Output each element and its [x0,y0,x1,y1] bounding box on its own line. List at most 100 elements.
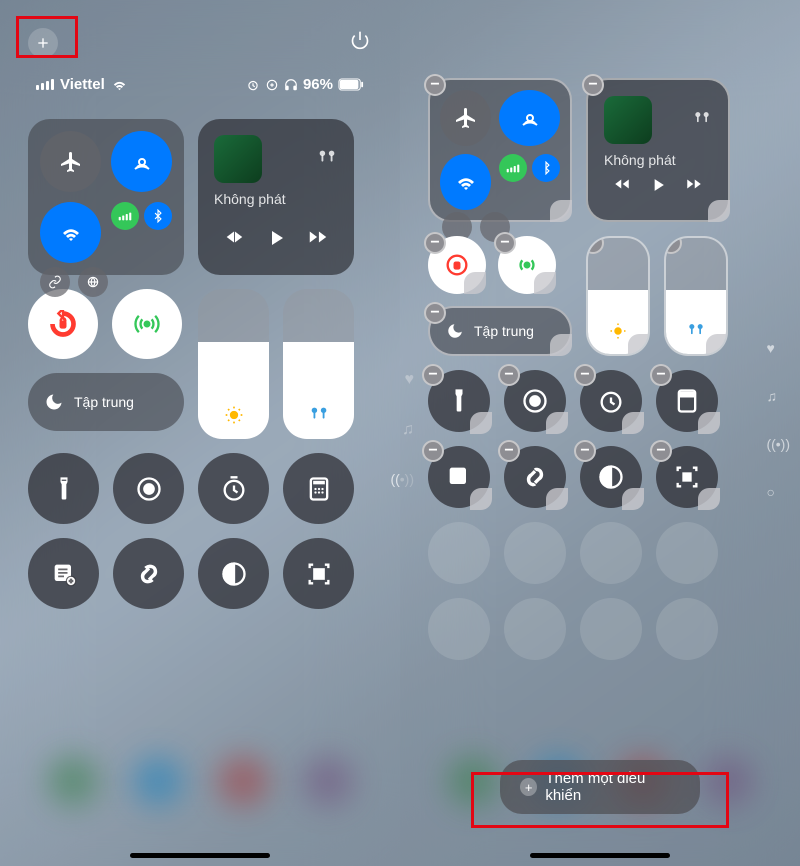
empty-slot[interactable] [580,522,642,584]
volume-slider-edit[interactable]: − [664,236,728,356]
heart-indicator[interactable]: ♥ [766,340,790,356]
music-indicator[interactable]: ♫ [766,388,790,404]
empty-slot[interactable] [656,598,718,660]
remove-badge[interactable]: − [650,440,672,462]
dot-indicator[interactable]: ○ [766,484,790,500]
resize-handle[interactable] [550,334,572,356]
airdrop-toggle[interactable] [111,131,172,192]
shazam-button-edit[interactable]: − [504,446,566,508]
resize-handle[interactable] [534,272,556,294]
remove-badge[interactable]: − [498,364,520,386]
media-module[interactable]: Không phát [198,119,354,275]
remove-badge[interactable]: − [424,232,446,254]
hotspot-indicator[interactable]: ((•)) [766,436,790,452]
calculator-button[interactable] [283,453,354,524]
resize-handle[interactable] [470,412,492,434]
link-icon[interactable] [40,267,70,297]
remove-badge[interactable]: − [424,302,446,324]
screen-record-button-edit[interactable]: − [504,370,566,432]
volume-slider[interactable] [283,289,354,439]
remove-badge[interactable]: − [424,74,446,96]
remove-badge[interactable]: − [650,364,672,386]
airplane-toggle[interactable] [440,90,491,146]
connectivity-module[interactable] [28,119,184,275]
page-indicators[interactable]: ♥ ♫ ((•)) ○ [766,340,790,500]
resize-handle[interactable] [470,488,492,510]
airdrop-toggle[interactable] [499,90,560,146]
remove-badge[interactable]: − [664,236,682,254]
remove-badge[interactable]: − [582,74,604,96]
power-icon[interactable] [348,28,372,52]
airplane-toggle[interactable] [40,131,101,192]
wifi-toggle[interactable] [440,154,491,210]
qr-scan-button[interactable] [283,538,354,609]
remove-badge[interactable]: − [586,236,604,254]
resize-handle[interactable] [546,412,568,434]
empty-slot[interactable] [504,522,566,584]
moon-icon [446,322,464,340]
empty-slot[interactable] [428,522,490,584]
resize-handle[interactable] [546,488,568,510]
empty-slot[interactable] [580,598,642,660]
empty-slot[interactable] [428,598,490,660]
remove-badge[interactable]: − [422,440,444,462]
brightness-slider-edit[interactable]: − [586,236,650,356]
flashlight-button[interactable] [28,453,99,524]
remove-badge[interactable]: − [574,440,596,462]
darkmode-button[interactable] [198,538,269,609]
shazam-button[interactable] [113,538,184,609]
bluetooth-toggle[interactable] [144,202,172,230]
airpods-icon[interactable] [316,146,338,173]
resize-handle[interactable] [550,200,572,222]
empty-slot[interactable] [504,598,566,660]
timer-button-edit[interactable]: − [580,370,642,432]
resize-handle[interactable] [708,200,730,222]
previous-button[interactable] [613,175,631,200]
previous-button[interactable] [223,226,245,255]
resize-handle[interactable] [698,488,720,510]
media-module-edit[interactable]: − Không phát [586,78,730,222]
resize-handle[interactable] [628,334,650,356]
remove-badge[interactable]: − [498,440,520,462]
resize-handle[interactable] [698,412,720,434]
empty-slot[interactable] [656,522,718,584]
cellular-toggle[interactable] [111,202,139,230]
wifi-toggle[interactable] [40,202,101,263]
darkmode-button-edit[interactable]: − [580,446,642,508]
personal-hotspot-button-edit[interactable]: − [498,236,556,294]
notes-button[interactable] [28,538,99,609]
play-button[interactable] [264,226,288,255]
play-button[interactable] [648,175,668,200]
orientation-lock-button-edit[interactable]: − [428,236,486,294]
timer-button[interactable] [198,453,269,524]
connectivity-module-edit[interactable]: − [428,78,572,222]
right-phone-edit-mode: − − [400,0,800,866]
brightness-slider[interactable] [198,289,269,439]
remove-badge[interactable]: − [422,364,444,386]
resize-handle[interactable] [622,488,644,510]
home-indicator[interactable] [130,853,270,858]
media-artwork [604,96,652,144]
resize-handle[interactable] [706,334,728,356]
calculator-button-edit[interactable]: − [656,370,718,432]
next-button[interactable] [685,175,703,200]
notes-button-edit[interactable]: − [428,446,490,508]
focus-button[interactable]: Tập trung [28,373,184,431]
resize-handle[interactable] [464,272,486,294]
cellular-toggle[interactable] [499,154,527,182]
airpods-output-icon [308,403,330,425]
bluetooth-toggle[interactable] [532,154,560,182]
resize-handle[interactable] [622,412,644,434]
screen-record-button[interactable] [113,453,184,524]
home-indicator[interactable] [530,853,670,858]
flashlight-button-edit[interactable]: − [428,370,490,432]
battery-percent: 96% [303,76,333,93]
satellite-icon[interactable] [78,267,108,297]
remove-badge[interactable]: − [494,232,516,254]
media-artwork [214,135,262,183]
orientation-lock-icon [265,78,279,92]
qr-scan-button-edit[interactable]: − [656,446,718,508]
remove-badge[interactable]: − [574,364,596,386]
next-button[interactable] [307,226,329,255]
focus-button-edit[interactable]: − Tập trung [428,306,572,356]
